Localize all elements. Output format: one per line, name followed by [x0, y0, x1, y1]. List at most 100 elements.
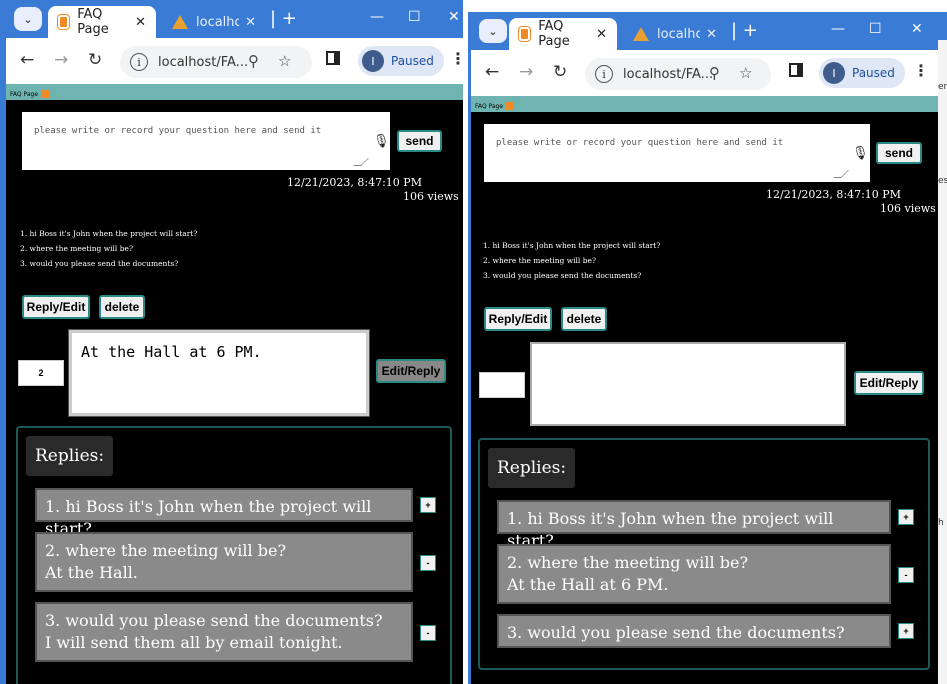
forward-arrow-icon[interactable]: →: [519, 62, 533, 82]
timestamp: 12/21/2023, 8:47:10 PM: [287, 176, 422, 189]
list-item[interactable]: 1. hi Boss it's John when the project wi…: [20, 226, 197, 241]
new-tab-plus-icon[interactable]: | +: [731, 20, 758, 41]
question-input[interactable]: please write or record your question her…: [22, 112, 390, 170]
views-count: 106 views: [880, 202, 936, 215]
tab-search-button[interactable]: ⌄: [14, 7, 42, 31]
reply-item[interactable]: 1. hi Boss it's John when the project wi…: [35, 488, 413, 538]
microphone-icon[interactable]: 🎙: [852, 146, 869, 161]
reply-item[interactable]: 3. would you please send the documents?: [497, 614, 891, 648]
list-item[interactable]: 2. where the meeting will be?: [20, 241, 197, 256]
close-tab-icon[interactable]: ✕: [596, 27, 607, 42]
title-bar: ⌄ FAQ Page ✕ localhost ✕ | + — ☐ ✕: [471, 12, 947, 50]
expand-toggle[interactable]: +: [898, 509, 914, 525]
collapse-toggle[interactable]: -: [898, 567, 914, 583]
address-bar[interactable]: i localhost/FA... ⚲ ☆: [585, 58, 771, 90]
reply-textarea[interactable]: [530, 342, 846, 426]
zoom-icon[interactable]: ⚲: [709, 64, 720, 82]
reload-icon[interactable]: ↻: [553, 62, 567, 82]
tab-localhost[interactable]: localhost ✕: [623, 18, 727, 50]
title-bar: ⌄ FAQ Page ✕ localhost ✕ | + — ☐ ✕: [6, 0, 463, 38]
maximize-icon[interactable]: ☐: [869, 21, 882, 37]
nav-bar: ← → ↻ i localhost/FA... ⚲ ☆ I Paused ⋮: [471, 50, 947, 96]
question-number-input[interactable]: 2: [18, 360, 64, 386]
bookmark-faq-page[interactable]: FAQ Page: [10, 91, 38, 98]
site-info-icon[interactable]: i: [595, 65, 613, 83]
bookmark-faq-page[interactable]: FAQ Page: [475, 103, 503, 110]
bookmarks-bar: FAQ Page: [6, 84, 463, 100]
replies-header: Replies:: [488, 448, 576, 488]
reply-item[interactable]: 1. hi Boss it's John when the project wi…: [497, 500, 891, 550]
zoom-icon[interactable]: ⚲: [248, 52, 259, 70]
delete-button[interactable]: delete: [99, 295, 145, 319]
close-tab-icon[interactable]: ✕: [706, 27, 717, 42]
reply-textarea[interactable]: At the Hall at 6 PM.: [68, 329, 370, 417]
profile-button[interactable]: I Paused: [358, 46, 444, 76]
tab-faq-page[interactable]: FAQ Page ✕: [48, 6, 156, 38]
tab-localhost[interactable]: localhost ✕: [162, 6, 266, 38]
close-tab-icon[interactable]: ✕: [135, 15, 146, 30]
maximize-icon[interactable]: ☐: [408, 9, 421, 25]
menu-kebab-icon[interactable]: ⋮: [450, 49, 463, 68]
send-button[interactable]: send: [397, 130, 442, 152]
list-item[interactable]: 1. hi Boss it's John when the project wi…: [483, 238, 660, 253]
browser-window-left: ⌄ FAQ Page ✕ localhost ✕ | + — ☐ ✕ ← → ↻…: [0, 0, 463, 684]
avatar: I: [823, 62, 845, 84]
close-window-icon[interactable]: ✕: [448, 9, 460, 25]
bookmarks-bar: FAQ Page: [471, 96, 947, 112]
side-panel-icon[interactable]: [326, 51, 340, 65]
delete-button[interactable]: delete: [561, 307, 607, 331]
close-tab-icon[interactable]: ✕: [245, 15, 256, 30]
expand-toggle[interactable]: +: [420, 497, 436, 513]
chevron-down-icon: ⌄: [488, 24, 498, 38]
background-window-edge: er es h: [938, 40, 947, 684]
reply-edit-button[interactable]: Reply/Edit: [484, 307, 552, 331]
collapse-toggle[interactable]: -: [420, 625, 436, 641]
faq-favicon-icon: [58, 15, 70, 29]
site-info-icon[interactable]: i: [130, 53, 148, 71]
browser-window-right: ⌄ FAQ Page ✕ localhost ✕ | + — ☐ ✕ ← → ↻…: [468, 12, 947, 684]
back-arrow-icon[interactable]: ←: [485, 62, 499, 82]
faq-favicon-icon: [506, 102, 515, 110]
expand-toggle[interactable]: +: [898, 623, 914, 639]
reply-item[interactable]: 2. where the meeting will be? At the Hal…: [497, 544, 891, 604]
close-window-icon[interactable]: ✕: [911, 21, 923, 37]
menu-kebab-icon[interactable]: ⋮: [913, 61, 929, 80]
address-bar[interactable]: i localhost/FA... ⚲ ☆: [120, 46, 312, 78]
faq-favicon-icon: [41, 90, 50, 98]
forward-arrow-icon[interactable]: →: [54, 50, 68, 70]
tab-faq-page[interactable]: FAQ Page ✕: [509, 18, 617, 50]
list-item[interactable]: 3. would you please send the documents?: [483, 268, 660, 283]
question-number-input[interactable]: [479, 372, 525, 398]
bookmark-star-icon[interactable]: ☆: [739, 64, 752, 82]
views-count: 106 views: [403, 190, 459, 203]
bookmark-star-icon[interactable]: ☆: [278, 52, 291, 70]
back-arrow-icon[interactable]: ←: [20, 50, 34, 70]
nav-bar: ← → ↻ i localhost/FA... ⚲ ☆ I Paused ⋮: [6, 38, 463, 84]
replies-header: Replies:: [26, 436, 114, 476]
microphone-icon[interactable]: 🎙: [373, 134, 390, 149]
reply-item[interactable]: 2. where the meeting will be? At the Hal…: [35, 532, 413, 592]
reply-edit-button[interactable]: Reply/Edit: [22, 295, 90, 319]
localhost-favicon-icon: [633, 27, 649, 41]
reply-item[interactable]: 3. would you please send the documents? …: [35, 602, 413, 662]
localhost-favicon-icon: [172, 15, 188, 29]
new-tab-plus-icon[interactable]: | +: [270, 8, 297, 29]
avatar: I: [362, 50, 384, 72]
page-content: please write or record your question her…: [6, 100, 463, 684]
send-button[interactable]: send: [876, 142, 922, 164]
question-list: 1. hi Boss it's John when the project wi…: [20, 226, 197, 271]
question-input[interactable]: please write or record your question her…: [484, 124, 870, 182]
page-content: please write or record your question her…: [471, 112, 947, 684]
tab-search-button[interactable]: ⌄: [479, 19, 507, 43]
collapse-toggle[interactable]: -: [420, 555, 436, 571]
reload-icon[interactable]: ↻: [88, 50, 102, 70]
minimize-icon[interactable]: —: [831, 21, 845, 37]
list-item[interactable]: 3. would you please send the documents?: [20, 256, 197, 271]
side-panel-icon[interactable]: [789, 63, 803, 77]
list-item[interactable]: 2. where the meeting will be?: [483, 253, 660, 268]
chevron-down-icon: ⌄: [23, 12, 33, 26]
edit-reply-button[interactable]: Edit/Reply: [854, 371, 924, 395]
edit-reply-button[interactable]: Edit/Reply: [376, 359, 446, 383]
minimize-icon[interactable]: —: [370, 9, 384, 25]
profile-button[interactable]: I Paused: [819, 58, 905, 88]
